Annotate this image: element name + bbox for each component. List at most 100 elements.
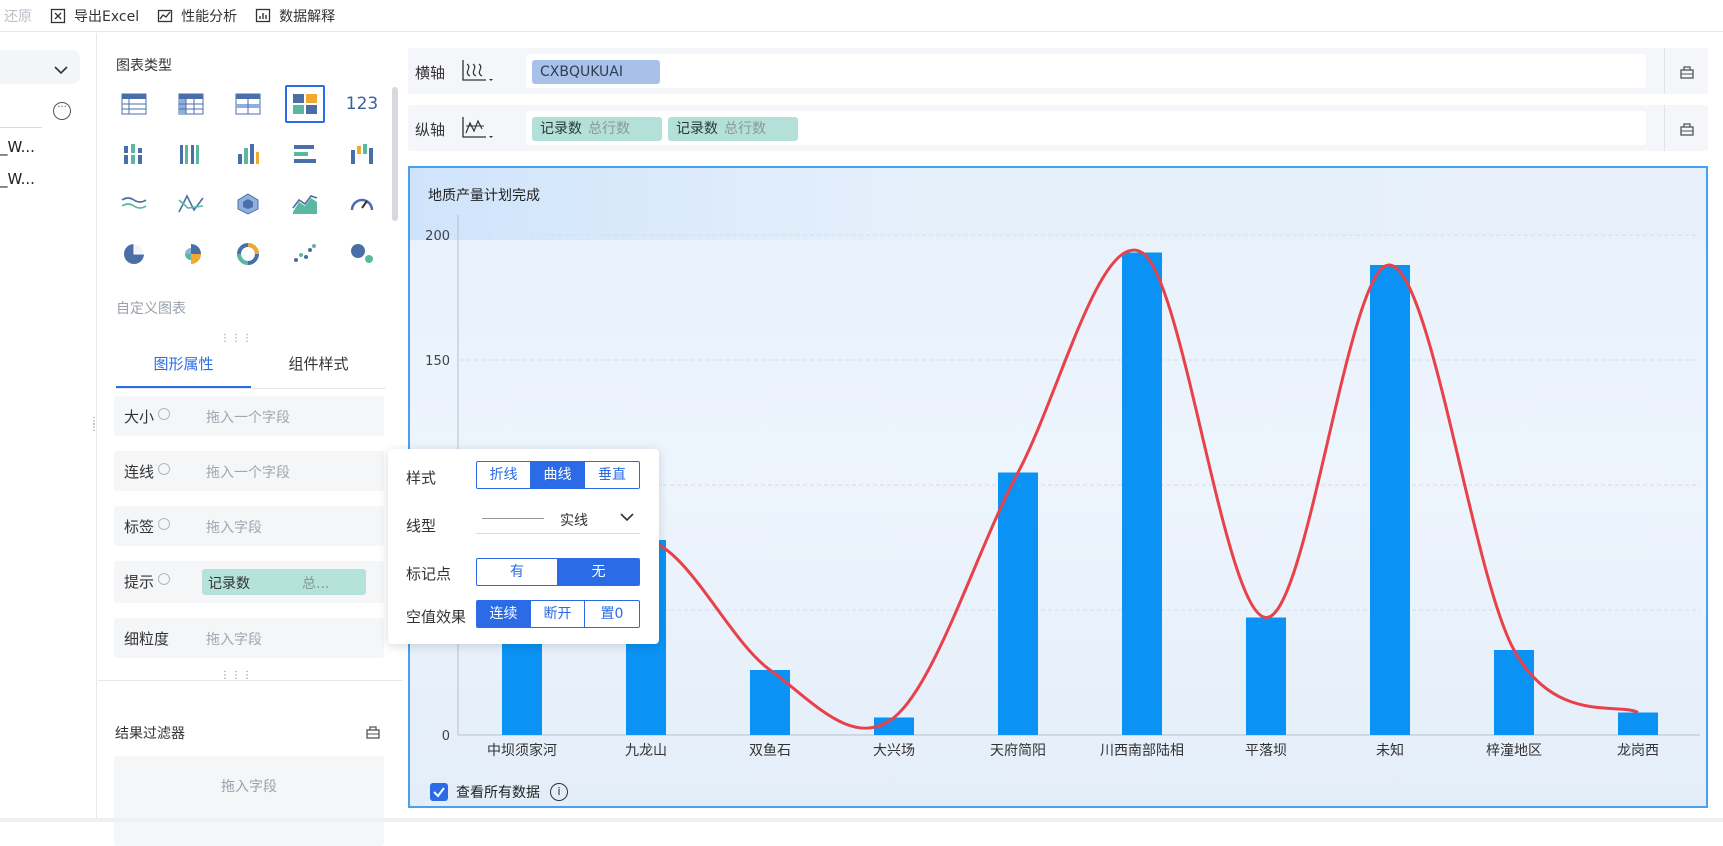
detail-table-icon[interactable] xyxy=(228,85,268,123)
chart-bar xyxy=(1122,252,1162,735)
y-tick-label: 150 xyxy=(425,354,450,369)
custom-chart-label[interactable]: 自定义图表 xyxy=(116,298,186,318)
y-axis-label: 纵轴 xyxy=(415,121,446,139)
lock-icon[interactable] xyxy=(365,723,381,743)
x-tick-label: 中坝须家河 xyxy=(487,742,557,759)
y-axis-field-drop[interactable]: 记录数 总行数 记录数 总行数 xyxy=(526,111,1646,145)
size-field-drop[interactable]: 大小 拖入一个字段 xyxy=(114,396,384,436)
y-axis-config-icon[interactable] xyxy=(460,115,494,145)
linetype-label: 线型 xyxy=(406,517,437,535)
bottom-strip xyxy=(0,818,1723,822)
tip-field-chip[interactable]: 记录数 总... xyxy=(202,569,366,595)
null-option-zero[interactable]: 置0 xyxy=(585,601,639,627)
line-chart-icon[interactable] xyxy=(114,185,154,223)
granularity-label: 细粒度 xyxy=(124,630,170,648)
tag-field-drop[interactable]: 标签 拖入字段 xyxy=(114,506,384,546)
chart-bar xyxy=(1494,650,1534,735)
lock-icon xyxy=(1679,66,1694,79)
chart-type-grid: 123 xyxy=(114,85,384,273)
chart-line xyxy=(521,248,1639,730)
gauge-icon[interactable] xyxy=(342,185,382,223)
search-underline xyxy=(0,127,42,128)
tip-label: 提示 xyxy=(124,573,155,591)
x-tick-label: 梓潼地区 xyxy=(1486,742,1542,759)
dataset-select[interactable] xyxy=(0,50,80,84)
property-tabs: 图形属性 组件样式 xyxy=(116,349,386,389)
chart-type-scrollbar[interactable] xyxy=(392,87,398,221)
marker-segmented: 有 无 xyxy=(476,558,640,586)
tip-field-drop[interactable]: 提示 记录数 总... xyxy=(114,561,384,603)
style-option-curve[interactable]: 曲线 xyxy=(531,462,585,488)
chart-type-title: 图表类型 xyxy=(116,58,172,74)
x-axis-config-icon[interactable] xyxy=(460,58,494,88)
x-axis-lock-button[interactable] xyxy=(1664,48,1708,94)
connect-field-drop[interactable]: 连线 拖入一个字段 xyxy=(114,451,384,491)
field-item[interactable]: _W... xyxy=(0,170,35,188)
restore-button[interactable]: 还原 xyxy=(4,6,32,26)
chart-bar xyxy=(998,472,1038,735)
y-axis-row: 纵轴 记录数 总行数 记录数 总行数 xyxy=(408,105,1708,151)
more-icon[interactable]: ··· xyxy=(53,102,71,120)
x-axis-chip[interactable]: CXBQUKUAI xyxy=(532,60,660,84)
granularity-field-drop[interactable]: 细粒度 拖入字段 xyxy=(114,618,384,658)
data-explain-button[interactable]: 数据解释 xyxy=(255,6,335,26)
chart-bar xyxy=(502,630,542,735)
style-segmented: 折线 曲线 垂直 xyxy=(476,461,640,489)
bubble-icon[interactable] xyxy=(342,235,382,273)
tag-placeholder: 拖入字段 xyxy=(206,520,262,536)
cross-table-icon[interactable] xyxy=(171,85,211,123)
tab-component-style[interactable]: 组件样式 xyxy=(251,349,386,388)
table-icon[interactable] xyxy=(114,85,154,123)
view-all-data[interactable]: 查看所有数据 i xyxy=(430,782,568,802)
chart-bar xyxy=(1618,712,1658,735)
null-effect-label: 空值效果 xyxy=(406,608,467,626)
style-option-polyline[interactable]: 折线 xyxy=(477,462,531,488)
stacked-bar-icon[interactable] xyxy=(114,135,154,173)
number-card-icon[interactable]: 123 xyxy=(342,85,382,123)
tag-label: 标签 xyxy=(124,518,155,536)
null-option-break[interactable]: 断开 xyxy=(531,601,585,627)
gear-icon[interactable] xyxy=(158,408,170,420)
radar-icon[interactable] xyxy=(228,185,268,223)
checkbox-checked[interactable] xyxy=(430,783,448,801)
y-axis-chip[interactable]: 记录数 总行数 xyxy=(532,117,662,141)
y-axis-chip[interactable]: 记录数 总行数 xyxy=(668,117,798,141)
scatter-icon[interactable] xyxy=(285,235,325,273)
resize-handle-icon[interactable]: ⋮ ⋮ xyxy=(89,417,99,433)
card-layout-icon[interactable] xyxy=(285,85,325,123)
grouped-bar-icon[interactable] xyxy=(171,135,211,173)
multi-line-icon[interactable] xyxy=(171,185,211,223)
performance-icon xyxy=(157,8,175,24)
x-tick-label: 双鱼石 xyxy=(749,742,791,759)
gear-icon[interactable] xyxy=(158,463,170,475)
marker-option-no[interactable]: 无 xyxy=(558,559,639,585)
x-axis-field-drop[interactable]: CXBQUKUAI xyxy=(526,54,1646,88)
pie-chart-icon[interactable] xyxy=(114,235,154,273)
waterfall-icon[interactable] xyxy=(342,135,382,173)
chart-title: 地质产量计划完成 xyxy=(428,188,540,204)
field-item[interactable]: _W... xyxy=(0,138,35,156)
excel-icon xyxy=(50,8,68,24)
horizontal-bar-icon[interactable] xyxy=(285,135,325,173)
result-filter-drop[interactable]: 拖入字段 xyxy=(114,756,384,846)
gear-icon[interactable] xyxy=(158,518,170,530)
style-option-vertical[interactable]: 垂直 xyxy=(585,462,639,488)
x-tick-label: 九龙山 xyxy=(625,743,667,759)
area-chart-icon[interactable] xyxy=(285,185,325,223)
null-option-continuous[interactable]: 连续 xyxy=(477,601,531,627)
gear-icon[interactable] xyxy=(158,573,170,585)
column-chart-icon[interactable] xyxy=(228,135,268,173)
x-axis-label: 横轴 xyxy=(415,64,446,82)
export-excel-button[interactable]: 导出Excel xyxy=(50,6,139,26)
y-axis-lock-button[interactable] xyxy=(1664,105,1708,151)
resize-handle-icon[interactable]: ⋮⋮⋮ xyxy=(220,333,253,344)
info-icon[interactable]: i xyxy=(550,783,568,801)
performance-analysis-button[interactable]: 性能分析 xyxy=(157,6,237,26)
tab-graph-properties[interactable]: 图形属性 xyxy=(116,349,251,388)
rose-chart-icon[interactable] xyxy=(171,235,211,273)
chart-config-panel: 图表类型 123 自定义图表 ⋮⋮⋮ 图形属性 组件样式 大小 拖入一个字段 连… xyxy=(98,33,403,846)
dataset-panel: ··· _W... _W... ⋮ ⋮ xyxy=(0,33,99,822)
marker-option-yes[interactable]: 有 xyxy=(477,559,558,585)
donut-chart-icon[interactable] xyxy=(228,235,268,273)
linetype-select[interactable]: 实线 xyxy=(476,508,640,534)
